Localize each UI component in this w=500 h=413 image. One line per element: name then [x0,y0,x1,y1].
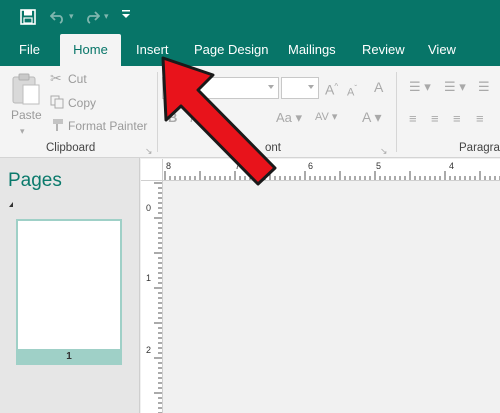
align-right-icon[interactable]: ≡ [453,112,461,126]
decrease-indent-icon[interactable]: ☰ [478,80,490,94]
italic-icon[interactable]: I [190,111,194,125]
shrink-font-icon[interactable]: Aˇ [347,82,357,100]
font-launcher-icon[interactable]: ↘ [380,144,388,158]
character-spacing-icon[interactable]: AV ▾ [315,110,337,124]
undo-icon[interactable] [49,10,66,26]
numbering-icon[interactable]: ☰ ▾ [444,80,466,94]
paste-icon[interactable] [11,72,41,106]
cut-button[interactable]: Cut [68,72,87,86]
paragraph-group-label: Paragra [459,142,500,154]
font-size-dropdown[interactable] [281,77,319,99]
save-icon[interactable] [20,9,36,25]
paste-dropdown-icon[interactable]: ▾ [20,124,25,138]
separator [396,72,397,152]
tab-file[interactable]: File [19,34,40,66]
separator [157,72,158,152]
chevron-down-icon[interactable] [121,9,131,23]
clipboard-launcher-icon[interactable]: ↘ [145,144,153,158]
ruler-label: 1 [146,273,151,283]
change-case-icon[interactable]: Aa ▾ [276,111,302,125]
tab-insert[interactable]: Insert [136,34,169,66]
copy-button[interactable]: Copy [68,96,96,110]
tab-page-design[interactable]: Page Design [194,34,268,66]
align-center-icon[interactable]: ≡ [431,112,439,126]
copy-icon[interactable] [50,95,64,112]
page-number: 1 [16,349,122,364]
ruler-label: 8 [166,161,171,171]
ruler-label: 6 [308,161,313,171]
grow-font-icon[interactable]: A^ [325,80,338,97]
collapse-icon[interactable] [9,202,13,207]
justify-icon[interactable]: ≡ [476,112,484,126]
ruler-label: 4 [449,161,454,171]
ruler-label: 7 [235,161,240,171]
font-color-icon[interactable]: A ▾ [362,110,381,124]
title-bar: ▾ ▾ [0,0,500,34]
tab-review[interactable]: Review [362,34,405,66]
vertical-ruler[interactable]: 0 1 2 [141,181,163,413]
cut-icon[interactable]: ✂ [50,71,62,85]
ruler-label: 2 [146,345,151,355]
format-painter-icon[interactable] [50,118,64,135]
page-thumbnail[interactable] [16,219,122,365]
bullets-icon[interactable]: ☰ ▾ [409,80,431,94]
ruler-label: 0 [146,203,151,213]
document-canvas[interactable] [163,181,500,413]
redo-icon[interactable] [84,10,101,26]
bold-icon[interactable]: B [168,111,177,125]
tab-home[interactable]: Home [60,34,121,66]
clipboard-group-label: Clipboard [46,142,96,154]
horizontal-ruler[interactable]: 8 7 6 5 4 [163,159,500,181]
ruler-corner [141,159,163,181]
pages-pane-title: Pages [8,170,62,191]
clear-formatting-icon[interactable]: A [374,80,383,94]
format-painter-button[interactable]: Format Painter [68,119,147,133]
font-name-dropdown[interactable] [162,77,279,99]
tab-view[interactable]: View [428,34,456,66]
ruler-label: 5 [376,161,381,171]
paste-button[interactable]: Paste [11,108,42,122]
font-group-label: ont [265,142,281,154]
undo-dropdown-icon[interactable]: ▾ [69,9,74,23]
ribbon-tabs: File Home Insert Page Design Mailings Re… [0,34,500,66]
ribbon: Paste ▾ ✂ Cut Copy Format Painter Clipbo… [0,66,500,158]
tab-mailings[interactable]: Mailings [288,34,336,66]
redo-dropdown-icon[interactable]: ▾ [104,9,109,23]
align-left-icon[interactable]: ≡ [409,112,417,126]
